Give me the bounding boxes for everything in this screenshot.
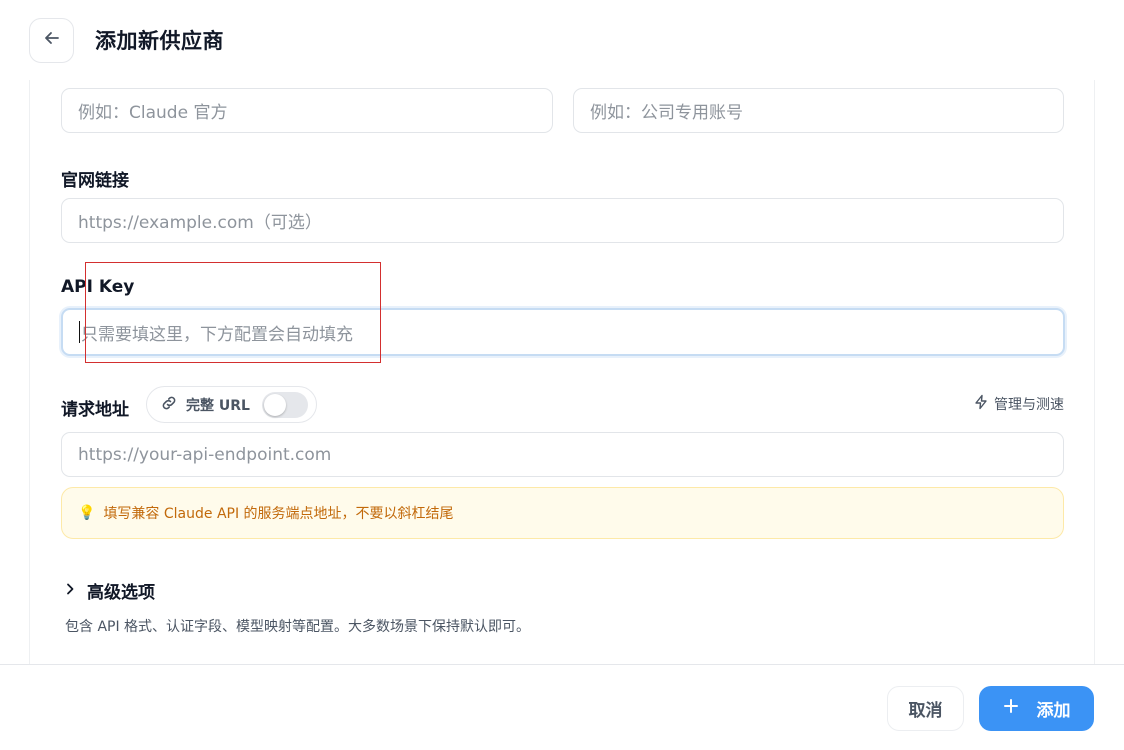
plus-icon — [1003, 698, 1019, 719]
website-placeholder: https://example.com（可选） — [78, 213, 322, 233]
provider-name-input[interactable]: 例如：Claude 官方 — [61, 88, 553, 133]
endpoint-placeholder: https://your-api-endpoint.com — [78, 444, 332, 465]
provider-name-placeholder: 例如：Claude 官方 — [78, 103, 228, 123]
header: 添加新供应商 — [0, 0, 1124, 80]
text-caret — [79, 321, 80, 343]
page-title: 添加新供应商 — [95, 29, 224, 53]
api-key-label: API Key — [61, 277, 135, 297]
add-provider-dialog: 添加新供应商 例如：Claude 官方 例如：公司专用账号 官网链接 https… — [0, 0, 1124, 750]
lightbulb-icon: 💡 — [78, 505, 96, 521]
manage-speedtest-button[interactable]: 管理与测速 — [973, 394, 1064, 414]
add-button[interactable]: 添加 — [979, 686, 1094, 731]
full-url-label: 完整 URL — [186, 397, 250, 414]
api-key-input[interactable]: 只需要填这里，下方配置会自动填充 — [61, 308, 1065, 356]
endpoint-input[interactable]: https://your-api-endpoint.com — [61, 432, 1064, 477]
cancel-label: 取消 — [908, 701, 943, 721]
lightning-icon — [973, 394, 989, 414]
arrow-left-icon — [43, 29, 61, 51]
cancel-button[interactable]: 取消 — [887, 686, 964, 731]
full-url-toggle[interactable]: 完整 URL — [146, 386, 317, 423]
manage-speedtest-label: 管理与测速 — [994, 397, 1064, 413]
endpoint-hint: 💡 填写兼容 Claude API 的服务端点地址，不要以斜杠结尾 — [61, 487, 1064, 539]
advanced-options-label: 高级选项 — [87, 583, 155, 603]
footer: 取消 添加 — [0, 664, 1124, 750]
endpoint-label: 请求地址 — [61, 400, 129, 420]
provider-note-input[interactable]: 例如：公司专用账号 — [573, 88, 1064, 133]
website-label: 官网链接 — [61, 171, 129, 191]
add-label: 添加 — [1036, 701, 1071, 721]
full-url-switch[interactable] — [261, 391, 308, 418]
website-input[interactable]: https://example.com（可选） — [61, 198, 1064, 243]
hint-text: 填写兼容 Claude API 的服务端点地址，不要以斜杠结尾 — [103, 506, 454, 522]
link-icon — [160, 394, 178, 416]
chevron-right-icon — [63, 581, 77, 600]
back-button[interactable] — [29, 17, 74, 63]
api-key-placeholder: 只需要填这里，下方配置会自动填充 — [81, 324, 353, 345]
advanced-options-toggle[interactable]: 高级选项 — [63, 578, 155, 603]
form-scroll-area[interactable]: 例如：Claude 官方 例如：公司专用账号 官网链接 https://exam… — [29, 80, 1095, 664]
advanced-options-description: 包含 API 格式、认证字段、模型映射等配置。大多数场景下保持默认即可。 — [65, 619, 531, 635]
switch-knob — [263, 393, 286, 416]
provider-note-placeholder: 例如：公司专用账号 — [590, 103, 743, 123]
